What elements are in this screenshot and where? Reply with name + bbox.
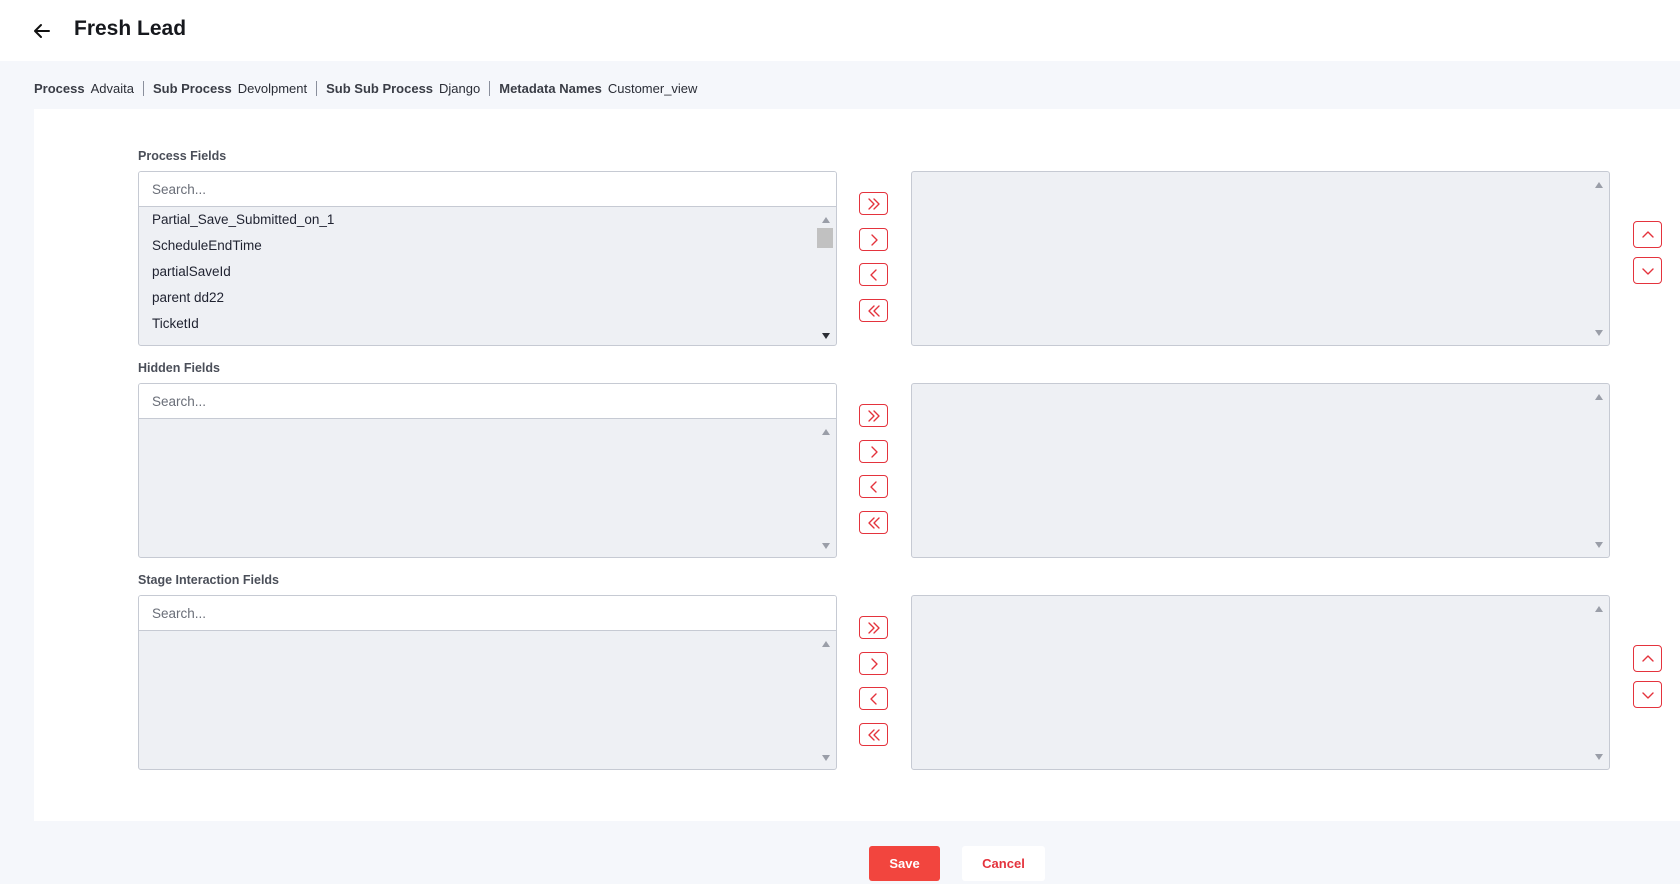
- list-item[interactable]: Partial_Save_Submitted_on_1: [139, 207, 836, 233]
- breadcrumb-label: Metadata Names: [499, 80, 602, 96]
- scroll-down-icon[interactable]: [1595, 754, 1603, 760]
- move-up-icon: [1641, 654, 1654, 662]
- arrow-left-icon[interactable]: [30, 19, 54, 43]
- move-left-button[interactable]: [859, 475, 888, 498]
- move-all-left-button[interactable]: [859, 723, 888, 746]
- scroll-up-icon[interactable]: [822, 217, 830, 223]
- move-up-button[interactable]: [1633, 645, 1662, 672]
- move-down-button[interactable]: [1633, 257, 1662, 284]
- scroll-up-icon[interactable]: [822, 429, 830, 435]
- process-fields-list: Partial_Save_Submitted_on_1 ScheduleEndT…: [138, 171, 837, 346]
- cancel-button[interactable]: Cancel: [962, 846, 1045, 881]
- breadcrumb-metadata-names: Metadata Names Customer_view: [489, 80, 706, 96]
- move-all-right-button[interactable]: [859, 616, 888, 639]
- breadcrumb-value: Django: [439, 80, 481, 96]
- list-item[interactable]: partialSaveId: [139, 259, 836, 285]
- move-left-button[interactable]: [859, 687, 888, 710]
- move-right-icon: [870, 657, 878, 670]
- scroll-down-icon[interactable]: [1595, 542, 1603, 548]
- move-all-right-icon: [867, 409, 880, 422]
- move-up-icon: [1641, 230, 1654, 238]
- move-all-left-icon: [867, 516, 880, 529]
- move-all-left-icon: [867, 304, 880, 317]
- hidden-fields-items[interactable]: [139, 419, 836, 557]
- list-item-partial: [139, 337, 836, 346]
- breadcrumb-label: Sub Process: [152, 80, 232, 96]
- move-right-icon: [870, 233, 878, 246]
- process-fields-items: Partial_Save_Submitted_on_1 ScheduleEndT…: [139, 207, 836, 346]
- scroll-down-icon[interactable]: [1595, 330, 1603, 336]
- stage-interaction-fields-list: [138, 595, 837, 770]
- breadcrumb-label: Sub Sub Process: [326, 80, 434, 96]
- move-all-right-icon: [867, 197, 880, 210]
- partial-item-text: [152, 344, 312, 346]
- move-left-icon: [869, 692, 877, 705]
- stage-interaction-fields-search-input[interactable]: [139, 596, 836, 631]
- move-left-icon: [869, 480, 877, 493]
- move-down-icon: [1641, 691, 1654, 699]
- page-header: Fresh Lead: [0, 0, 1680, 61]
- hidden-fields-list: [138, 383, 837, 558]
- scroll-up-icon[interactable]: [822, 641, 830, 647]
- stage-interaction-fields-selected-list[interactable]: [911, 595, 1610, 770]
- stage-interaction-fields-items[interactable]: [139, 631, 836, 769]
- move-right-button[interactable]: [859, 440, 888, 463]
- scroll-up-icon[interactable]: [1595, 394, 1603, 400]
- move-all-left-button[interactable]: [859, 299, 888, 322]
- move-all-right-button[interactable]: [859, 192, 888, 215]
- move-all-left-button[interactable]: [859, 511, 888, 534]
- hidden-fields-search-input[interactable]: [139, 384, 836, 419]
- process-fields-label: Process Fields: [138, 149, 227, 163]
- scroll-down-icon[interactable]: [822, 755, 830, 761]
- scroll-down-icon[interactable]: [822, 543, 830, 549]
- scrollbar-thumb[interactable]: [817, 228, 833, 248]
- hidden-fields-label: Hidden Fields: [138, 361, 220, 375]
- process-fields-search-input[interactable]: [139, 172, 836, 207]
- list-item[interactable]: parent dd22: [139, 285, 836, 311]
- move-down-button[interactable]: [1633, 681, 1662, 708]
- page-title: Fresh Lead: [74, 17, 187, 40]
- move-left-icon: [869, 268, 877, 281]
- breadcrumb-sub-sub-process: Sub Sub Process Django: [316, 80, 489, 96]
- save-button[interactable]: Save: [869, 846, 940, 881]
- breadcrumb-value: Devolpment: [237, 80, 308, 96]
- move-right-icon: [870, 445, 878, 458]
- move-up-button[interactable]: [1633, 221, 1662, 248]
- list-item[interactable]: ScheduleEndTime: [139, 233, 836, 259]
- breadcrumb-process: Process Advaita: [34, 81, 143, 96]
- move-right-button[interactable]: [859, 228, 888, 251]
- move-left-button[interactable]: [859, 263, 888, 286]
- move-all-left-icon: [867, 728, 880, 741]
- breadcrumb: Process Advaita Sub Process Devolpment Sub…: [34, 79, 706, 97]
- scroll-up-icon[interactable]: [1595, 606, 1603, 612]
- process-fields-selected-list[interactable]: [911, 171, 1610, 346]
- scroll-up-icon[interactable]: [1595, 182, 1603, 188]
- move-right-button[interactable]: [859, 652, 888, 675]
- move-down-icon: [1641, 267, 1654, 275]
- list-item[interactable]: TicketId: [139, 311, 836, 337]
- move-all-right-icon: [867, 621, 880, 634]
- hidden-fields-selected-list[interactable]: [911, 383, 1610, 558]
- breadcrumb-sub-process: Sub Process Devolpment: [142, 80, 316, 96]
- breadcrumb-label: Process: [34, 80, 85, 96]
- move-all-right-button[interactable]: [859, 404, 888, 427]
- breadcrumb-value: Customer_view: [607, 80, 698, 96]
- breadcrumb-value: Advaita: [90, 80, 134, 96]
- stage-interaction-fields-label: Stage Interaction Fields: [138, 573, 280, 587]
- scroll-down-icon[interactable]: [822, 333, 830, 339]
